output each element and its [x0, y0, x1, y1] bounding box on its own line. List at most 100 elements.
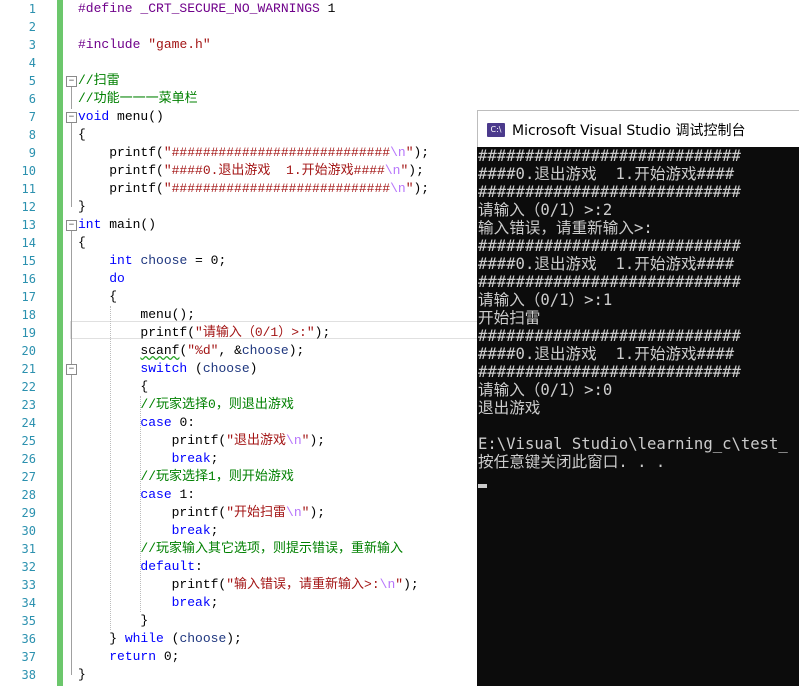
console-line: ############################: [478, 327, 741, 345]
code-line[interactable]: }: [78, 198, 86, 216]
console-line: 退出游戏: [478, 399, 541, 417]
line-number: 4: [28, 56, 36, 70]
console-app-icon: C:\: [487, 123, 505, 137]
collapse-toggle-icon[interactable]: −: [66, 76, 77, 87]
indent-guide: [140, 396, 141, 612]
code-line[interactable]: scanf("%d", &choose);: [78, 342, 304, 360]
line-number: 24: [21, 416, 36, 430]
line-number: 17: [21, 290, 36, 304]
code-line[interactable]: //功能一一一菜单栏: [78, 90, 198, 108]
console-line: ############################: [478, 363, 741, 381]
console-line: 开始扫雷: [478, 309, 541, 327]
code-line[interactable]: {: [78, 378, 148, 396]
line-number: 30: [21, 524, 36, 538]
code-line[interactable]: menu();: [78, 306, 195, 324]
collapse-toggle-icon[interactable]: −: [66, 220, 77, 231]
line-number: 10: [21, 164, 36, 178]
code-line[interactable]: }: [78, 666, 86, 684]
line-number: 36: [21, 632, 36, 646]
line-number: 8: [28, 128, 36, 142]
code-line[interactable]: printf("############################\n")…: [78, 144, 429, 162]
line-number: 15: [21, 254, 36, 268]
console-line: 请输入（0/1）>:0: [478, 381, 613, 399]
line-number: 35: [21, 614, 36, 628]
line-number: 34: [21, 596, 36, 610]
console-line: 按任意键关闭此窗口. . .: [478, 453, 666, 471]
console-output: ############################ ####0.退出游戏 1…: [477, 147, 799, 686]
line-number: 27: [21, 470, 36, 484]
console-line: E:\Visual Studio\learning_c\test_: [478, 435, 788, 453]
code-line[interactable]: {: [78, 126, 86, 144]
console-title-bar[interactable]: C:\ Microsoft Visual Studio 调试控制台: [477, 110, 799, 147]
console-line: 输入错误，请重新输入>:: [478, 219, 653, 237]
code-line[interactable]: printf("请输入（0/1）>:");: [78, 324, 330, 342]
collapse-toggle-icon[interactable]: −: [66, 112, 77, 123]
code-line[interactable]: do: [78, 270, 125, 288]
code-line[interactable]: switch (choose): [78, 360, 257, 378]
line-number: 18: [21, 308, 36, 322]
change-tracking-bar: [57, 0, 63, 686]
collapse-range-line: [71, 87, 72, 109]
line-number: 23: [21, 398, 36, 412]
line-number: 31: [21, 542, 36, 556]
line-number: 12: [21, 200, 36, 214]
code-line[interactable]: }: [78, 612, 148, 630]
line-number: 32: [21, 560, 36, 574]
code-line[interactable]: break;: [78, 450, 219, 468]
code-line[interactable]: //扫雷: [78, 72, 120, 90]
line-number: 1: [28, 2, 36, 16]
line-number: 2: [28, 20, 36, 34]
console-title: Microsoft Visual Studio 调试控制台: [512, 123, 746, 139]
code-line[interactable]: case 1:: [78, 486, 195, 504]
line-number: 6: [28, 92, 36, 106]
code-line[interactable]: {: [78, 234, 86, 252]
debug-console-window[interactable]: C:\ Microsoft Visual Studio 调试控制台 ######…: [477, 110, 799, 686]
code-line[interactable]: case 0:: [78, 414, 195, 432]
code-line[interactable]: printf("输入错误，请重新输入>:\n");: [78, 576, 419, 594]
code-line[interactable]: printf("############################\n")…: [78, 180, 429, 198]
code-line[interactable]: //玩家输入其它选项，则提示错误，重新输入: [78, 540, 403, 558]
line-number: 33: [21, 578, 36, 592]
code-line[interactable]: return 0;: [78, 648, 179, 666]
line-number: 21: [21, 362, 36, 376]
line-number: 19: [21, 326, 36, 340]
console-cursor: [478, 484, 487, 488]
code-line[interactable]: printf("开始扫雷\n");: [78, 504, 325, 522]
console-line: ############################: [478, 273, 741, 291]
console-line: ############################: [478, 147, 741, 165]
line-number: 26: [21, 452, 36, 466]
code-line[interactable]: void menu(): [78, 108, 164, 126]
code-line[interactable]: break;: [78, 594, 219, 612]
console-line: ####0.退出游戏 1.开始游戏####: [478, 165, 735, 183]
line-number: 37: [21, 650, 36, 664]
line-number: 3: [28, 38, 36, 52]
code-line[interactable]: } while (choose);: [78, 630, 242, 648]
line-number: 9: [28, 146, 36, 160]
line-number: 22: [21, 380, 36, 394]
collapse-range-line: [71, 123, 72, 207]
line-number: 13: [21, 218, 36, 232]
code-line[interactable]: int main(): [78, 216, 156, 234]
line-number: 20: [21, 344, 36, 358]
line-number: 7: [28, 110, 36, 124]
line-number: 16: [21, 272, 36, 286]
console-line: ####0.退出游戏 1.开始游戏####: [478, 345, 735, 363]
code-line[interactable]: printf("退出游戏\n");: [78, 432, 325, 450]
collapse-toggle-icon[interactable]: −: [66, 364, 77, 375]
code-line[interactable]: break;: [78, 522, 219, 540]
line-number: 14: [21, 236, 36, 250]
line-number: 38: [21, 668, 36, 682]
line-number: 5: [28, 74, 36, 88]
code-line[interactable]: #define _CRT_SECURE_NO_WARNINGS 1: [78, 0, 335, 18]
console-line: ############################: [478, 183, 741, 201]
console-line: 请输入（0/1）>:2: [478, 201, 613, 219]
line-number: 28: [21, 488, 36, 502]
code-line[interactable]: int choose = 0;: [78, 252, 226, 270]
collapse-range-line: [71, 231, 72, 675]
code-line[interactable]: {: [78, 288, 117, 306]
code-line[interactable]: printf("####0.退出游戏 1.开始游戏####\n");: [78, 162, 424, 180]
indent-guide: [110, 306, 111, 630]
line-number-gutter: 1 2 3 4 5 6 7 8 9 10 11 12 13 14 15 16 17 18 19 20 21 22 23 24 2…: [0, 0, 58, 686]
code-line[interactable]: #include "game.h": [78, 36, 211, 54]
console-line: ############################: [478, 237, 741, 255]
